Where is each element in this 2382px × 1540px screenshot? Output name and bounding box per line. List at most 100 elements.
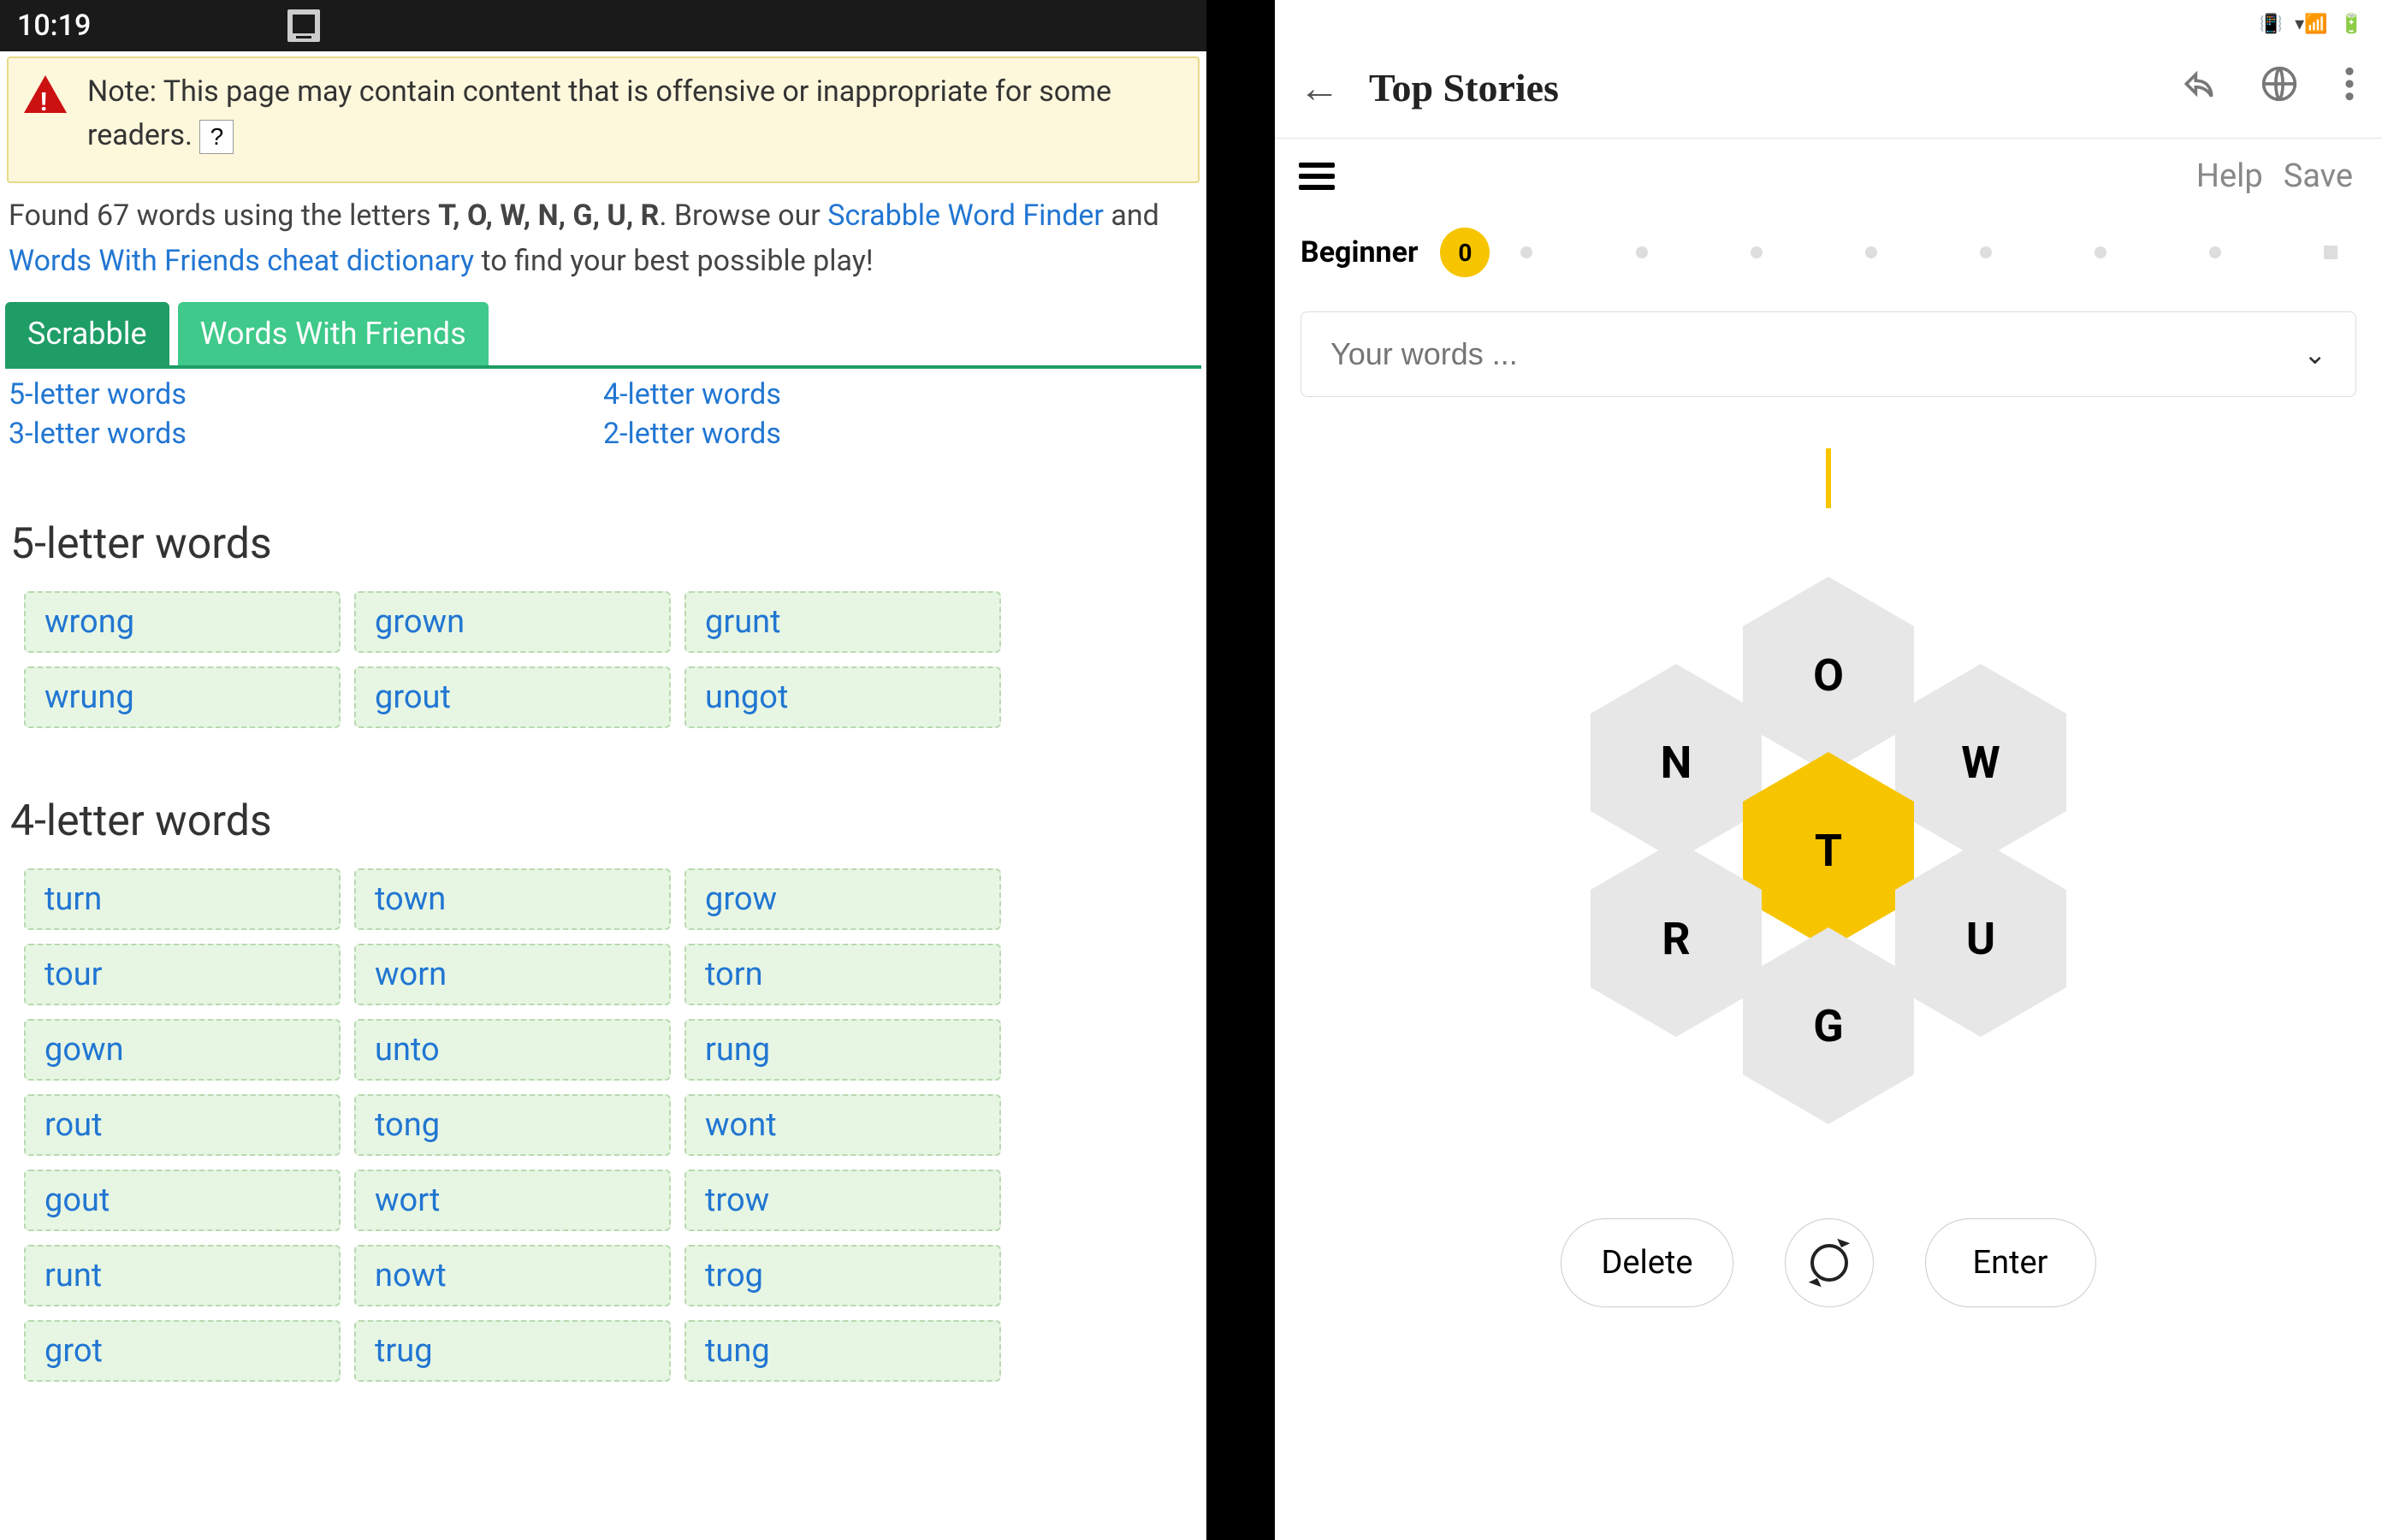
word-cell[interactable]: wrong xyxy=(24,591,341,653)
word-link[interactable]: nowt xyxy=(375,1257,447,1294)
word-cell[interactable]: grow xyxy=(684,868,1001,930)
word-cell[interactable]: turn xyxy=(24,868,341,930)
hex-top-right[interactable]: W xyxy=(1895,664,2066,861)
word-link[interactable]: trow xyxy=(705,1182,769,1219)
shuffle-button[interactable] xyxy=(1785,1218,1874,1307)
word-link[interactable]: town xyxy=(375,880,446,918)
word-link[interactable]: turn xyxy=(44,880,102,918)
word-link[interactable]: grout xyxy=(375,678,451,716)
word-cell[interactable]: tung xyxy=(684,1320,1001,1382)
word-link[interactable]: tong xyxy=(375,1106,440,1144)
word-cell[interactable]: grot xyxy=(24,1320,341,1382)
word-cell[interactable]: gown xyxy=(24,1019,341,1081)
words-input-container[interactable]: ⌄ xyxy=(1301,311,2356,397)
home-indicator[interactable] xyxy=(466,1525,740,1531)
tab-wwf[interactable]: Words With Friends xyxy=(178,302,489,365)
word-cell[interactable]: torn xyxy=(684,944,1001,1005)
word-cell[interactable]: trow xyxy=(684,1170,1001,1231)
wwf-dictionary-link[interactable]: Words With Friends cheat dictionary xyxy=(9,244,474,278)
word-link[interactable]: wort xyxy=(375,1182,440,1219)
image-icon xyxy=(287,9,320,42)
back-button[interactable]: ← xyxy=(1299,63,1340,112)
link-3-letter[interactable]: 3-letter words xyxy=(9,417,187,451)
hamburger-icon[interactable] xyxy=(1299,163,1335,190)
link-2-letter[interactable]: 2-letter words xyxy=(603,417,781,451)
found-prefix: Found 67 words using the letters xyxy=(9,198,438,233)
word-link[interactable]: unto xyxy=(375,1031,440,1069)
word-cell[interactable]: grown xyxy=(354,591,671,653)
rank-dot xyxy=(1520,246,1532,258)
word-link[interactable]: wrung xyxy=(44,678,134,716)
content-warning-banner: Note: This page may contain content that… xyxy=(7,56,1200,183)
honeycomb: O N W T R U G xyxy=(1555,577,2102,1124)
word-cell[interactable]: runt xyxy=(24,1245,341,1306)
word-cell[interactable]: trug xyxy=(354,1320,671,1382)
hex-top-left[interactable]: N xyxy=(1591,664,1762,861)
android-status-bar: 10:19 xyxy=(0,0,1206,51)
word-link[interactable]: grown xyxy=(375,603,465,641)
hex-bottom-left[interactable]: R xyxy=(1591,840,1762,1037)
hex-top[interactable]: O xyxy=(1743,577,1914,773)
word-link[interactable]: gout xyxy=(44,1182,110,1219)
word-link[interactable]: tour xyxy=(44,956,103,993)
word-link[interactable]: grunt xyxy=(705,603,781,641)
kebab-menu-icon[interactable] xyxy=(2341,65,2358,111)
sub-header: Help Save xyxy=(1275,139,2382,214)
page-title: Top Stories xyxy=(1369,65,2151,110)
word-cell[interactable]: gout xyxy=(24,1170,341,1231)
warning-icon xyxy=(24,75,67,113)
chevron-down-icon[interactable]: ⌄ xyxy=(2303,338,2326,370)
word-link[interactable]: ungot xyxy=(705,678,788,716)
game-tabs: Scrabble Words With Friends xyxy=(5,302,1201,369)
delete-button[interactable]: Delete xyxy=(1561,1218,1733,1307)
word-link[interactable]: worn xyxy=(375,956,447,993)
word-cell[interactable]: trog xyxy=(684,1245,1001,1306)
word-cell[interactable]: tong xyxy=(354,1094,671,1156)
word-link[interactable]: grot xyxy=(44,1332,103,1370)
word-cell[interactable]: nowt xyxy=(354,1245,671,1306)
word-link[interactable]: grow xyxy=(705,880,777,918)
status-time: 10:19 xyxy=(17,9,91,43)
word-link[interactable]: torn xyxy=(705,956,763,993)
hex-center[interactable]: T xyxy=(1743,752,1914,949)
link-4-letter[interactable]: 4-letter words xyxy=(603,377,781,412)
word-cell[interactable]: wort xyxy=(354,1170,671,1231)
scrabble-finder-link[interactable]: Scrabble Word Finder xyxy=(827,198,1104,233)
word-cell[interactable]: wont xyxy=(684,1094,1001,1156)
enter-button[interactable]: Enter xyxy=(1925,1218,2096,1307)
words-input[interactable] xyxy=(1330,336,2303,372)
word-link[interactable]: runt xyxy=(44,1257,102,1294)
globe-icon[interactable] xyxy=(2261,65,2298,111)
word-cell[interactable]: grout xyxy=(354,666,671,728)
word-cell[interactable]: rung xyxy=(684,1019,1001,1081)
save-link[interactable]: Save xyxy=(2284,157,2353,195)
word-link[interactable]: trug xyxy=(375,1332,433,1370)
section-5-letter-title: 5-letter words xyxy=(5,519,1201,569)
word-link[interactable]: wrong xyxy=(44,603,134,641)
word-link[interactable]: gown xyxy=(44,1031,124,1069)
help-button[interactable]: ? xyxy=(199,120,234,154)
word-link[interactable]: wont xyxy=(705,1106,777,1144)
word-cell[interactable]: tour xyxy=(24,944,341,1005)
word-link[interactable]: rung xyxy=(705,1031,770,1069)
word-link[interactable]: trog xyxy=(705,1257,763,1294)
tab-scrabble[interactable]: Scrabble xyxy=(5,302,169,365)
app-header: ← Top Stories xyxy=(1275,48,2382,138)
hex-bottom[interactable]: G xyxy=(1743,927,1914,1124)
hex-bottom-right[interactable]: U xyxy=(1895,840,2066,1037)
share-icon[interactable] xyxy=(2180,65,2218,111)
rank-track xyxy=(1512,246,2346,259)
word-cell[interactable]: unto xyxy=(354,1019,671,1081)
help-link[interactable]: Help xyxy=(2196,157,2263,195)
words-5-grid: wrong grown grunt wrung grout ungot xyxy=(5,569,1201,728)
word-cell[interactable]: ungot xyxy=(684,666,1001,728)
word-cell[interactable]: worn xyxy=(354,944,671,1005)
rank-row: Beginner 0 xyxy=(1275,214,2382,286)
word-cell[interactable]: wrung xyxy=(24,666,341,728)
word-cell[interactable]: grunt xyxy=(684,591,1001,653)
word-link[interactable]: tung xyxy=(705,1332,770,1370)
word-link[interactable]: rout xyxy=(44,1106,103,1144)
word-cell[interactable]: town xyxy=(354,868,671,930)
link-5-letter[interactable]: 5-letter words xyxy=(9,377,187,412)
word-cell[interactable]: rout xyxy=(24,1094,341,1156)
